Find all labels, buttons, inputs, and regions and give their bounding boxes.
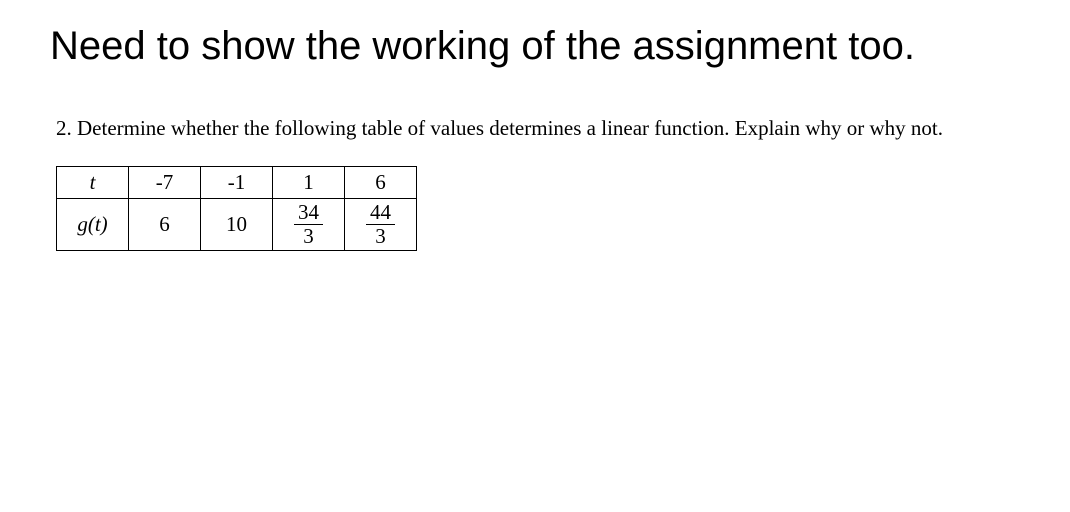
- g-value-fraction: 44 3: [345, 198, 417, 250]
- fraction: 44 3: [366, 202, 395, 247]
- g-value: 6: [129, 198, 201, 250]
- fraction: 34 3: [294, 202, 323, 247]
- row-label-t: t: [57, 166, 129, 198]
- g-value: 10: [201, 198, 273, 250]
- t-value: 1: [273, 166, 345, 198]
- fraction-numerator: 44: [366, 202, 395, 225]
- row-label-g: g(t): [57, 198, 129, 250]
- page-heading: Need to show the working of the assignme…: [50, 20, 1020, 72]
- question-text: 2. Determine whether the following table…: [50, 112, 1020, 146]
- t-value: -1: [201, 166, 273, 198]
- table-row: t -7 -1 1 6: [57, 166, 417, 198]
- t-value: -7: [129, 166, 201, 198]
- t-value: 6: [345, 166, 417, 198]
- g-value-fraction: 34 3: [273, 198, 345, 250]
- function-table: t -7 -1 1 6 g(t) 6 10 34 3 44 3: [56, 166, 417, 251]
- fraction-denominator: 3: [294, 225, 323, 247]
- fraction-numerator: 34: [294, 202, 323, 225]
- fraction-denominator: 3: [366, 225, 395, 247]
- table-row: g(t) 6 10 34 3 44 3: [57, 198, 417, 250]
